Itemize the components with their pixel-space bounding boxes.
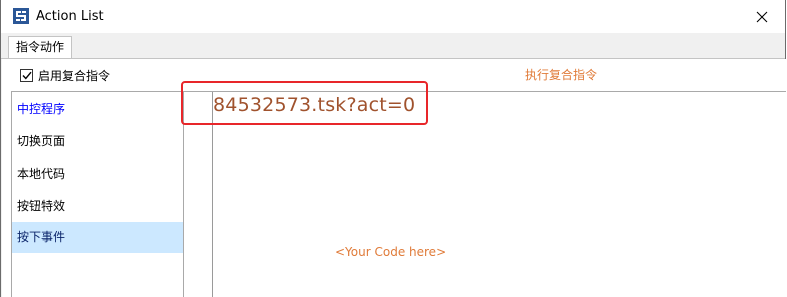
tab-page: 启用复合指令 执行复合指令 中控程序 切换页面 本地代码 按钮特效 按下事件 8…	[2, 59, 786, 297]
execute-composite-label: 执行复合指令	[525, 68, 598, 82]
code-line[interactable]: 84532573.tsk?act=0	[213, 94, 415, 116]
composite-checkbox-label: 启用复合指令	[38, 69, 111, 83]
list-item-button-effect[interactable]: 按钮特效	[12, 191, 183, 222]
code-editor[interactable]: 84532573.tsk?act=0 <Your Code here>	[183, 91, 786, 297]
close-button[interactable]	[739, 0, 785, 33]
list-item-switch-page[interactable]: 切换页面	[12, 126, 183, 157]
check-icon	[21, 71, 32, 80]
close-icon	[756, 11, 768, 22]
composite-command-option[interactable]: 启用复合指令	[20, 67, 110, 84]
action-type-list[interactable]: 中控程序 切换页面 本地代码 按钮特效 按下事件	[11, 91, 184, 297]
list-item-local-code[interactable]: 本地代码	[12, 159, 183, 190]
code-placeholder: <Your Code here>	[335, 245, 447, 259]
title-bar[interactable]: Action List	[1, 0, 785, 33]
composite-checkbox[interactable]	[20, 69, 33, 82]
tab-command-actions[interactable]: 指令动作	[8, 36, 73, 58]
window-title: Action List	[36, 9, 104, 24]
editor-gutter	[212, 92, 213, 297]
list-item-press-event[interactable]: 按下事件	[12, 222, 183, 253]
list-item-central-control[interactable]: 中控程序	[12, 94, 183, 125]
action-list-window: Action List 指令动作 启用复合指令 执行复合指令 中控程序 切换页面…	[0, 0, 786, 297]
tab-strip: 指令动作	[1, 33, 785, 59]
app-logo-icon	[13, 8, 29, 24]
